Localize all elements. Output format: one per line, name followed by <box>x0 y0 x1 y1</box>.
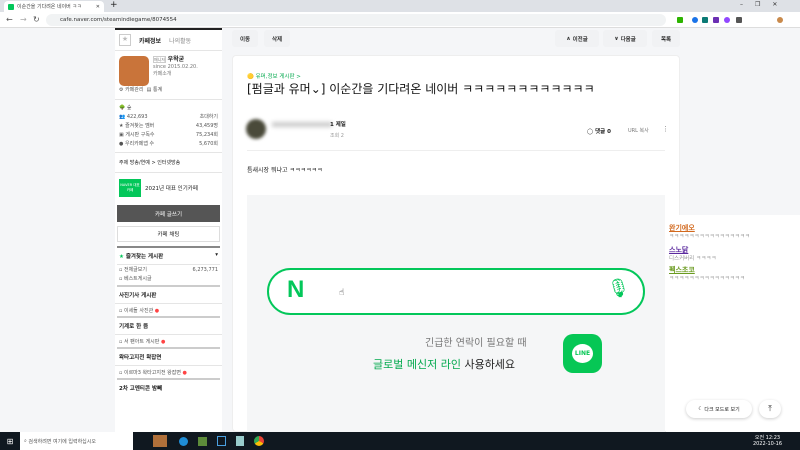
naver-award-badge: NAVER 대표카페 <box>119 179 141 197</box>
close-icon[interactable]: ✕ <box>96 4 100 10</box>
stat-row: ★ 즐겨찾는 멤버 43,459명 <box>119 123 218 129</box>
cafe-manage-link[interactable]: ⚙ 카페관리 <box>119 87 143 93</box>
app-icon[interactable] <box>236 436 244 446</box>
board-link[interactable]: ▫ 서 팬아트 게시판 ● <box>115 334 222 347</box>
extension-icon[interactable] <box>677 17 683 23</box>
stat-row: ● 우리카페앱 수 5,670회 <box>119 141 218 147</box>
chrome-icon[interactable] <box>254 436 264 446</box>
member-count: 👥 422,693 <box>119 113 148 120</box>
extension-icon[interactable] <box>724 17 730 23</box>
stat-row: ▣ 게시판 구독수 75,234회 <box>119 132 218 138</box>
cafe-owner[interactable]: 우왁굳 <box>168 56 185 63</box>
board-link[interactable]: 🟡 유머,정보 게시판 > <box>247 72 301 80</box>
tab-bar: 이순간을 기다려온 네이버 ㅋㅋ ✕ + –❐✕ <box>0 0 800 12</box>
delete-button[interactable]: 삭제 <box>264 30 290 47</box>
comment-text: 디스커버리 ㅋㅋㅋㅋ <box>669 256 717 262</box>
system-clock[interactable]: 오전 12:23 2022-10-16 <box>753 435 782 447</box>
author-rank: 1 제일 <box>330 122 346 128</box>
windows-start-icon[interactable]: ⊞ <box>0 437 20 446</box>
avatar[interactable] <box>777 17 783 23</box>
back-icon[interactable]: ← <box>6 15 13 24</box>
next-post-button[interactable]: ∨ 다음글 <box>603 30 647 47</box>
reload-icon[interactable]: ↻ <box>33 15 40 24</box>
comment-item: 스노닭 디스커버리 ㅋㅋㅋㅋ <box>666 241 800 263</box>
ad-text-line2: 사용하세요 <box>460 358 516 371</box>
author-avatar[interactable] <box>246 119 266 139</box>
manager-badge: 매니저 <box>153 56 167 63</box>
taskbar-app-icon[interactable] <box>153 435 167 447</box>
url-copy-button[interactable]: URL 복사 <box>628 127 649 134</box>
stats-link[interactable]: ▤ 통계 <box>147 87 163 93</box>
cafe-theme[interactable]: 주제 방송/연예 > 인터넷방송 <box>115 152 222 172</box>
cursor-icon: ☝ <box>339 288 345 298</box>
microphone-icon: 🎙 <box>607 278 630 299</box>
board-section-title: 사진기사 게시판 <box>117 285 220 303</box>
commenter-name[interactable]: 스노닭 <box>669 245 797 255</box>
star-icon[interactable]: ★ <box>119 34 131 46</box>
url-input[interactable]: cafe.naver.com/steamindiegame/8074554 <box>46 14 666 26</box>
award-text: 2021년 대표 인기카페 <box>145 186 198 192</box>
comment-text: ㅋㅋㅋㅋㅋㅋㅋㅋㅋㅋㅋㅋㅋㅋㅋ <box>669 276 745 282</box>
comment-text: ㅋㅋㅋㅋㅋㅋㅋㅋㅋㅋㅋㅋㅋㅋㅋㅋ <box>669 234 750 240</box>
dark-mode-button[interactable]: ☾ 다크 모드로 보기 <box>686 400 752 418</box>
windows-taskbar: ⊞ ⌕ 검색하려면 여기에 입력하십시오 오전 12:23 2022-10-16 <box>0 432 800 450</box>
invite-link[interactable]: 초대하기 <box>200 113 218 120</box>
more-icon[interactable]: ⋮ <box>662 125 669 133</box>
window-controls[interactable]: –❐✕ <box>740 1 789 8</box>
naver-logo: N <box>287 276 305 303</box>
author-name-blurred[interactable] <box>272 122 332 127</box>
tab-title: 이순간을 기다려온 네이버 ㅋㅋ <box>17 4 82 10</box>
naver-cafe-favicon <box>8 3 14 10</box>
divider <box>247 150 665 151</box>
tab-cafe-info[interactable]: 카페정보 <box>139 36 161 45</box>
favorite-boards-header[interactable]: ★ 즐겨찾는 게시판 ▾ <box>117 246 220 264</box>
prev-post-button[interactable]: ∧ 이전글 <box>555 30 599 47</box>
extension-icon[interactable] <box>692 17 698 23</box>
board-link[interactable]: ▫ 이르마3 왁타고지전 왕잡면 ● <box>115 365 222 378</box>
cafe-intro-link[interactable]: 카페소개 <box>153 71 171 77</box>
extension-icon[interactable] <box>702 17 708 23</box>
line-logo: LINE <box>563 334 602 373</box>
cafe-chat-button[interactable]: 카페 채팅 <box>117 226 220 242</box>
naver-search-bar-image: N ☝ 🎙 <box>267 268 645 315</box>
address-bar: ← → ↻ cafe.naver.com/steamindiegame/8074… <box>0 12 800 28</box>
taskbar-search[interactable]: ⌕ 검색하려면 여기에 입력하십시오 <box>20 432 133 450</box>
level: 🌳 숲 <box>119 105 132 111</box>
board-link[interactable]: ▫ 이세돌 사진관 ● <box>115 303 222 316</box>
forward-icon[interactable]: → <box>20 15 27 24</box>
write-post-button[interactable]: 카페 글쓰기 <box>117 205 220 222</box>
article-body: 틈새시장 뭐냐고 ㅋㅋㅋㅋㅋㅋ <box>247 167 323 174</box>
scroll-top-button[interactable]: ⤒ <box>759 400 781 418</box>
commenter-name[interactable]: 완기에오 <box>669 223 797 233</box>
board-section-title: 2차 고멘티콘 밤뻬 <box>117 378 220 396</box>
board-section-title: 왁타고지전 왁잡면 <box>117 347 220 365</box>
list-button[interactable]: 목록 <box>652 30 680 47</box>
cafe-sidebar: ★ 카페정보 나의활동 매니저 우왁굳 since 2015.02.20. 카페소개… <box>115 28 222 432</box>
extension-icon[interactable] <box>736 17 742 23</box>
app-icon[interactable] <box>217 436 226 446</box>
move-button[interactable]: 이동 <box>232 30 258 47</box>
tab-my-activity[interactable]: 나의활동 <box>169 36 191 45</box>
board-section-title: 기계로 한 뜸 <box>117 316 220 334</box>
ad-text-line1: 긴급한 연락이 필요할 때 <box>425 338 527 349</box>
edge-icon[interactable] <box>179 436 188 446</box>
extension-icon[interactable] <box>713 17 719 23</box>
ad-text-highlight: 글로벌 메신저 라인 <box>373 358 461 371</box>
all-posts-link[interactable]: ▫ 전체글보기 6,273,771 <box>115 265 222 274</box>
browser-tab[interactable]: 이순간을 기다려온 네이버 ㅋㅋ ✕ <box>4 1 104 12</box>
best-posts-link[interactable]: ▫ 베스트게시글 <box>115 274 222 283</box>
article-title: [펌글과 유머⌄] 이순간을 기다려온 네이버 ㅋㅋㅋㅋㅋㅋㅋㅋㅋㅋㅋㅋ <box>247 82 595 96</box>
minecraft-icon[interactable] <box>198 436 207 446</box>
comments-link[interactable]: ◯ 댓글 0 <box>587 127 611 135</box>
since-date: since 2015.02.20. <box>153 64 198 70</box>
view-count: 조회 2 <box>330 133 344 139</box>
new-tab-icon[interactable]: + <box>110 0 118 10</box>
commenter-name[interactable]: 펙스초코 <box>669 265 797 275</box>
comment-item: 완기에오 ㅋㅋㅋㅋㅋㅋㅋㅋㅋㅋㅋㅋㅋㅋㅋㅋ <box>666 215 800 241</box>
comment-item: 펙스초코 ㅋㅋㅋㅋㅋㅋㅋㅋㅋㅋㅋㅋㅋㅋㅋ <box>666 263 800 283</box>
cafe-logo <box>119 56 149 86</box>
